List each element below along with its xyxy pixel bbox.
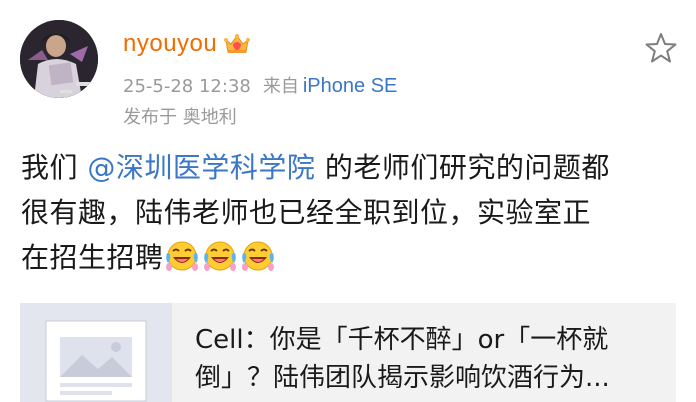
- post-location: 发布于 奥地利: [123, 103, 237, 129]
- timestamp: 25-5-28 12:38: [123, 76, 251, 97]
- source-device-link[interactable]: iPhone SE: [303, 75, 398, 98]
- username[interactable]: nyouyou: [123, 30, 217, 58]
- post-body-line-3: 在招生招聘: [21, 235, 681, 280]
- article-thumbnail: [20, 303, 172, 402]
- avatar[interactable]: [20, 20, 98, 98]
- article-title-line-2: 倒」？陆伟团队揭示影响饮酒行为...: [195, 363, 610, 393]
- source-prefix: 来自: [262, 76, 299, 97]
- article-title[interactable]: Cell：你是「千杯不醉」or「一杯就 倒」？陆伟团队揭示影响饮酒行为...: [195, 321, 655, 397]
- crying-laughing-emoji-icon: [203, 241, 236, 271]
- post-body-line-2: 很有趣，陆伟老师也已经全职到位，实验室正: [21, 196, 592, 229]
- article-placeholder-icon: [45, 320, 147, 402]
- mention-link[interactable]: @深圳医学科学院: [87, 151, 315, 184]
- crying-laughing-emoji-icon: [165, 241, 198, 271]
- post-meta: 25-5-28 12:38 来自 iPhone SE: [123, 72, 397, 98]
- post-source: 来自 iPhone SE: [263, 72, 398, 98]
- star-outline-icon[interactable]: [644, 31, 678, 65]
- article-title-line-1: Cell：你是「千杯不醉」or「一杯就: [195, 325, 609, 355]
- location-label: 发布于 奥地利: [123, 107, 237, 128]
- post-body-line-1: 我们 @深圳医学科学院 的老师们研究的问题都: [21, 151, 610, 184]
- weibo-post: nyouyou 25-5-28 12:38 来自 iPhone SE 发布于 奥…: [0, 0, 696, 402]
- avatar-image: [20, 20, 98, 98]
- post-body: 我们 @深圳医学科学院 的老师们研究的问题都 很有趣，陆伟老师也已经全职到位，实…: [21, 145, 681, 280]
- vip-crown-badge-icon[interactable]: [223, 32, 251, 56]
- article-link-card[interactable]: Cell：你是「千杯不醉」or「一杯就 倒」？陆伟团队揭示影响饮酒行为...: [20, 303, 676, 402]
- crying-laughing-emoji-icon: [241, 241, 274, 271]
- username-row: nyouyou: [123, 30, 251, 58]
